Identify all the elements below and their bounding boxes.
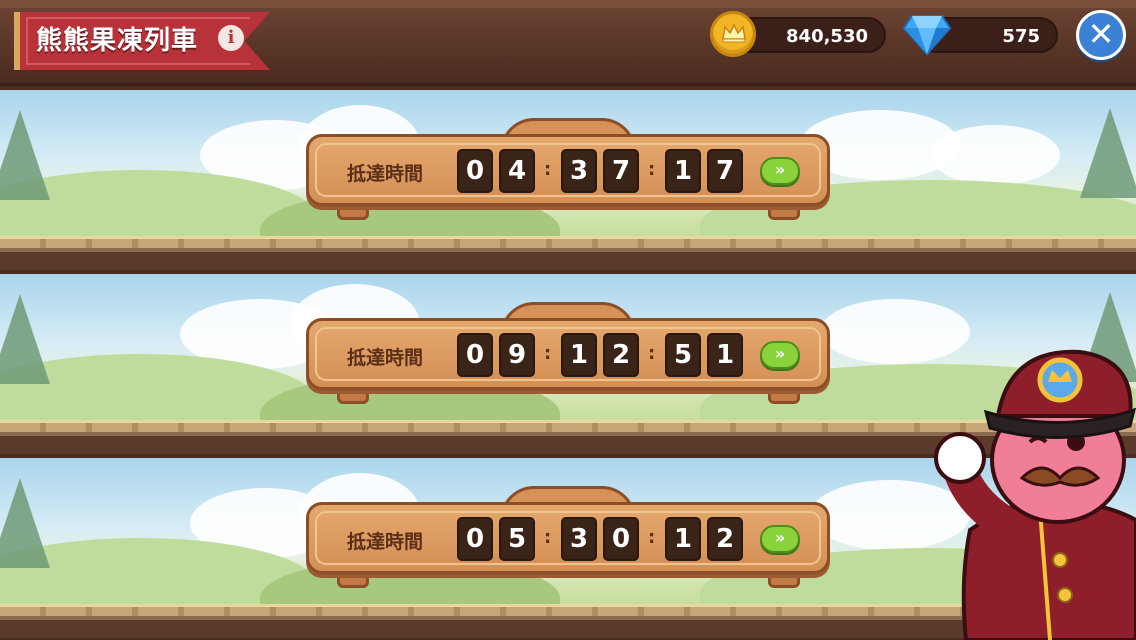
fast-forward-icon: » xyxy=(774,528,786,547)
skip-button[interactable]: » xyxy=(760,341,800,369)
arrival-time-label: 抵達時間 xyxy=(347,347,424,369)
timer-digit: 5 xyxy=(665,333,701,377)
timer-digit: 1 xyxy=(561,333,597,377)
skip-button[interactable]: » xyxy=(760,525,800,553)
timer-digit: 7 xyxy=(603,149,639,193)
timer-digit: 0 xyxy=(457,333,493,377)
timer-digit: 7 xyxy=(707,149,743,193)
close-icon: ✕ xyxy=(1087,15,1115,53)
timer-digit: 1 xyxy=(665,517,701,561)
timer-digit: 9 xyxy=(499,333,535,377)
close-button[interactable]: ✕ xyxy=(1076,10,1126,60)
timer-digit: 0 xyxy=(457,517,493,561)
arrival-time-label: 抵達時間 xyxy=(347,531,424,553)
crown-coin-icon xyxy=(710,11,756,57)
timer-digit: 2 xyxy=(603,333,639,377)
diamond-icon xyxy=(902,12,952,56)
fast-forward-icon: » xyxy=(774,160,786,179)
arrival-timer-sign: 抵達時間 0 9 : 1 2 : 5 1 » xyxy=(306,318,830,390)
top-bar: 熊熊果凍列車 i 840,530 575 ✕ xyxy=(0,0,1136,86)
info-icon[interactable]: i xyxy=(218,25,244,51)
timer-digit: 3 xyxy=(561,149,597,193)
fast-forward-icon: » xyxy=(774,344,786,363)
skip-button[interactable]: » xyxy=(760,157,800,185)
timer-digit: 0 xyxy=(603,517,639,561)
timer-digit: 2 xyxy=(707,517,743,561)
train-row: 抵達時間 0 4 : 3 7 : 1 7 » xyxy=(0,90,1136,270)
arrival-timer-sign: 抵達時間 0 5 : 3 0 : 1 2 » xyxy=(306,502,830,574)
arrival-time-label: 抵達時間 xyxy=(347,163,424,185)
gem-amount: 575 xyxy=(1002,26,1040,47)
timer-digit: 4 xyxy=(499,149,535,193)
page-title: 熊熊果凍列車 xyxy=(36,26,199,56)
conductor-bear-mascot xyxy=(930,330,1136,640)
gold-amount: 840,530 xyxy=(786,26,868,47)
arrival-timer-sign: 抵達時間 0 4 : 3 7 : 1 7 » xyxy=(306,134,830,206)
timer-digit: 1 xyxy=(707,333,743,377)
timer-digit: 3 xyxy=(561,517,597,561)
timer-digit: 5 xyxy=(499,517,535,561)
timer-digit: 1 xyxy=(665,149,701,193)
timer-digit: 0 xyxy=(457,149,493,193)
